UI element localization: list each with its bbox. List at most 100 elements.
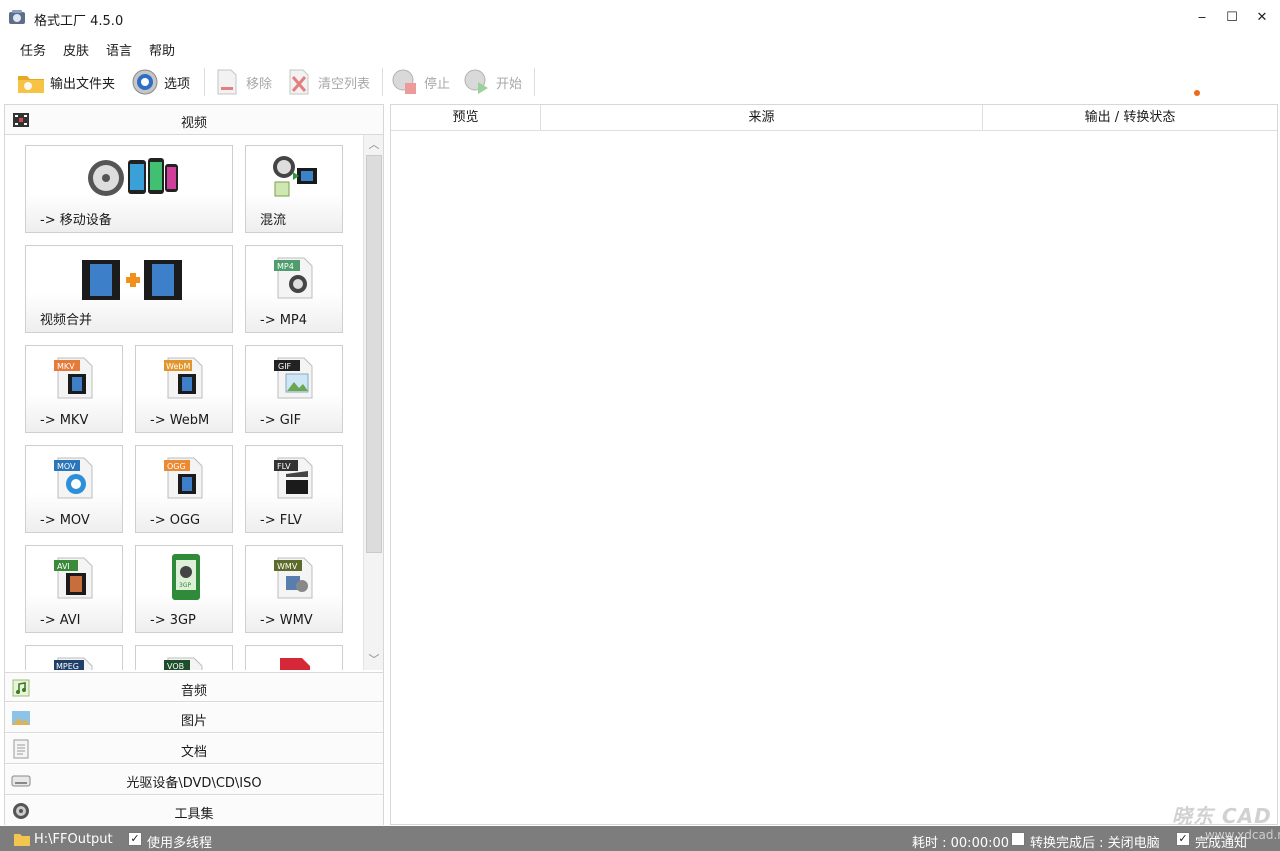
scroll-up-icon[interactable]: ︿ bbox=[366, 137, 382, 153]
category-picture-label: 图片 bbox=[180, 714, 207, 729]
elapsed-time: 耗时 : 00:00:00 bbox=[912, 836, 1010, 851]
after-done-label: 转换完成后 : 关闭电脑 bbox=[1030, 836, 1160, 851]
mkv-badge: MKV bbox=[57, 362, 75, 371]
tile-mobile[interactable]: -> 移动设备 bbox=[25, 145, 233, 233]
close-button[interactable]: ✕ bbox=[1252, 8, 1272, 28]
title-bar: 格式工厂 4.5.0 ‒ ☐ ✕ bbox=[0, 0, 1280, 36]
stop-button[interactable]: 停止 bbox=[390, 64, 450, 100]
watermark-logo: 晓东 CAD bbox=[1172, 804, 1272, 828]
tile-vob[interactable]: VOB bbox=[135, 645, 233, 670]
menu-bar: 任务 皮肤 语言 帮助 bbox=[0, 36, 1280, 60]
output-path[interactable]: H:\FFOutput bbox=[34, 832, 113, 847]
category-tools[interactable]: 工具集 bbox=[5, 796, 383, 826]
mov-file-icon: MOV bbox=[54, 457, 93, 499]
mov-badge: MOV bbox=[57, 462, 76, 471]
app-logo-icon bbox=[9, 10, 25, 24]
notify-checkbox[interactable]: ✓ bbox=[1176, 832, 1190, 846]
mux-icon bbox=[273, 156, 317, 197]
tile-joiner[interactable]: 视频合并 bbox=[25, 245, 233, 333]
tile-scrollbar[interactable]: ︿ ﹀ bbox=[363, 135, 383, 670]
tile-mux[interactable]: 混流 bbox=[245, 145, 343, 233]
multithread-checkbox[interactable]: ✓ bbox=[128, 832, 142, 846]
gif-file-icon: GIF bbox=[274, 357, 313, 399]
video-join-icon bbox=[82, 260, 182, 300]
tile-mkv-label: -> MKV bbox=[40, 413, 89, 428]
category-document[interactable]: 文档 bbox=[5, 734, 383, 764]
stop-label: 停止 bbox=[424, 76, 451, 92]
flv-badge: FLV bbox=[277, 462, 291, 471]
category-rom[interactable]: 光驱设备\DVD\CD\ISO bbox=[5, 765, 383, 795]
category-video[interactable]: 视频 bbox=[5, 105, 383, 135]
remove-document-icon bbox=[217, 69, 237, 95]
tile-avi[interactable]: AVI -> AVI bbox=[25, 545, 123, 633]
tile-mpeg[interactable]: MPEG bbox=[25, 645, 123, 670]
wmv-badge: WMV bbox=[277, 562, 298, 571]
remove-label: 移除 bbox=[246, 76, 273, 92]
task-list: 预览 来源 输出 / 转换状态 bbox=[390, 104, 1278, 825]
tile-ogg[interactable]: OGG -> OGG bbox=[135, 445, 233, 533]
scroll-down-icon[interactable]: ﹀ bbox=[366, 652, 382, 668]
folder-icon bbox=[18, 76, 44, 93]
clear-list-button[interactable]: 清空列表 bbox=[284, 64, 370, 100]
gif-badge: GIF bbox=[278, 362, 292, 371]
tile-mkv[interactable]: MKV -> MKV bbox=[25, 345, 123, 433]
column-output-status[interactable]: 输出 / 转换状态 bbox=[983, 105, 1277, 131]
tile-mov-label: -> MOV bbox=[40, 513, 90, 528]
tile-swf[interactable] bbox=[245, 645, 343, 670]
maximize-button[interactable]: ☐ bbox=[1222, 8, 1242, 28]
start-button[interactable]: 开始 bbox=[462, 64, 522, 100]
window-title: 格式工厂 4.5.0 bbox=[34, 14, 124, 29]
toolbar: 输出文件夹 选项 移除 清空列表 停止 开始 bbox=[0, 62, 1280, 102]
avi-badge: AVI bbox=[57, 562, 70, 571]
ogg-badge: OGG bbox=[167, 462, 186, 471]
tile-mp4-label: -> MP4 bbox=[260, 313, 308, 328]
tile-flv-label: -> FLV bbox=[260, 513, 302, 528]
category-document-label: 文档 bbox=[180, 745, 207, 760]
mpeg-badge: MPEG bbox=[56, 662, 79, 670]
toolbar-separator bbox=[204, 68, 205, 96]
column-source[interactable]: 来源 bbox=[541, 105, 983, 131]
tile-mux-label: 混流 bbox=[260, 213, 287, 228]
output-folder-button[interactable]: 输出文件夹 bbox=[16, 64, 115, 100]
options-button[interactable]: 选项 bbox=[130, 64, 190, 100]
vob-file-icon: VOB bbox=[164, 657, 203, 670]
minimize-button[interactable]: ‒ bbox=[1192, 8, 1212, 28]
column-preview[interactable]: 预览 bbox=[391, 105, 541, 131]
tile-gif-label: -> GIF bbox=[260, 413, 302, 428]
folder-icon bbox=[14, 834, 30, 846]
ogg-file-icon: OGG bbox=[164, 457, 203, 499]
tile-webm[interactable]: WebM -> WebM bbox=[135, 345, 233, 433]
avi-file-icon: AVI bbox=[54, 557, 93, 599]
tile-ogg-label: -> OGG bbox=[150, 513, 201, 528]
tile-mp4[interactable]: MP4 -> MP4 bbox=[245, 245, 343, 333]
scroll-thumb[interactable] bbox=[366, 155, 382, 553]
tile-mov[interactable]: MOV -> MOV bbox=[25, 445, 123, 533]
category-panel: 视频 -> 移动设备 混流 视频合并 MP4 -> MP4 MKV -> MKV… bbox=[4, 104, 384, 826]
tile-3gp[interactable]: 3GP -> 3GP bbox=[135, 545, 233, 633]
clear-list-label: 清空列表 bbox=[318, 76, 371, 92]
mobile-device-icon bbox=[88, 158, 178, 196]
category-audio[interactable]: 音频 bbox=[5, 672, 383, 702]
notification-dot bbox=[1194, 90, 1200, 96]
shutdown-checkbox[interactable] bbox=[1011, 832, 1025, 846]
flv-file-icon: FLV bbox=[274, 457, 313, 499]
category-audio-label: 音频 bbox=[180, 684, 207, 699]
tile-flv[interactable]: FLV -> FLV bbox=[245, 445, 343, 533]
menu-skin[interactable]: 皮肤 bbox=[63, 40, 89, 59]
toolbar-separator bbox=[382, 68, 383, 96]
menu-language[interactable]: 语言 bbox=[106, 40, 132, 59]
gear-icon bbox=[132, 69, 158, 95]
category-picture[interactable]: 图片 bbox=[5, 703, 383, 733]
3gp-badge: 3GP bbox=[179, 582, 191, 589]
menu-task[interactable]: 任务 bbox=[20, 40, 46, 59]
tile-wmv[interactable]: WMV -> WMV bbox=[245, 545, 343, 633]
tile-mobile-label: -> 移动设备 bbox=[40, 213, 112, 228]
remove-button[interactable]: 移除 bbox=[212, 64, 272, 100]
vob-badge: VOB bbox=[167, 662, 184, 670]
output-folder-label: 输出文件夹 bbox=[50, 76, 116, 92]
mp4-badge: MP4 bbox=[277, 262, 294, 271]
menu-help[interactable]: 帮助 bbox=[149, 40, 175, 59]
swf-file-icon bbox=[280, 658, 310, 670]
tile-gif[interactable]: GIF -> GIF bbox=[245, 345, 343, 433]
options-label: 选项 bbox=[164, 76, 191, 92]
